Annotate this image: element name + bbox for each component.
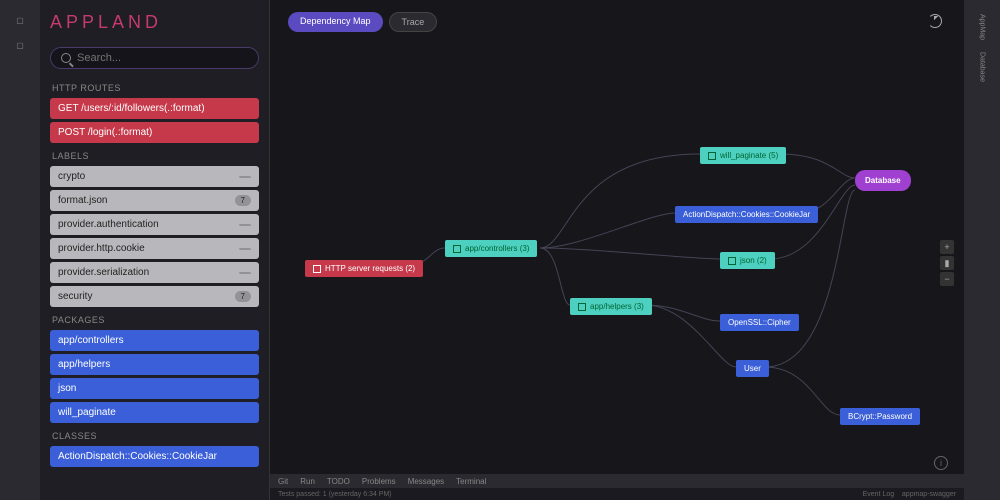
package-item[interactable]: will_paginate [50, 402, 259, 423]
section-header-classes: CLASSES [52, 431, 259, 441]
label-count: 7 [235, 195, 251, 206]
section-header-routes: HTTP ROUTES [52, 83, 259, 93]
left-tool-rail: ▢ ▢ [0, 0, 40, 500]
info-icon[interactable]: i [934, 456, 948, 470]
status-event-log[interactable]: Event Log [863, 491, 895, 498]
sidebar: APPLAND HTTP ROUTES GET /users/:id/follo… [40, 0, 270, 500]
dependency-canvas[interactable]: HTTP server requests (2) app/controllers … [270, 0, 964, 500]
graph-node-cookie[interactable]: ActionDispatch::Cookies::CookieJar [675, 206, 818, 223]
section-header-labels: LABELS [52, 151, 259, 161]
label-text: provider.authentication [58, 219, 159, 230]
label-count [239, 176, 251, 178]
node-label: ActionDispatch::Cookies::CookieJar [683, 210, 810, 219]
node-label: OpenSSL::Cipher [728, 318, 791, 327]
package-item[interactable]: app/helpers [50, 354, 259, 375]
graph-node-cipher[interactable]: OpenSSL::Cipher [720, 314, 799, 331]
graph-node-db[interactable]: Database [855, 170, 911, 191]
zoom-out-button[interactable]: − [940, 272, 954, 286]
label-count [239, 272, 251, 274]
route-item[interactable]: POST /login(.:format) [50, 122, 259, 143]
graph-node-http[interactable]: HTTP server requests (2) [305, 260, 423, 277]
toolbar-item[interactable]: Terminal [456, 477, 486, 486]
class-item[interactable]: ActionDispatch::Cookies::CookieJar [50, 446, 259, 467]
expand-icon [728, 257, 736, 265]
toolbar-item[interactable]: Run [300, 477, 315, 486]
route-label: GET /users/:id/followers(.:format) [58, 103, 205, 114]
app-logo: APPLAND [50, 12, 259, 33]
toolbar-item[interactable]: Problems [362, 477, 396, 486]
section-header-packages: PACKAGES [52, 315, 259, 325]
package-label: will_paginate [58, 407, 116, 418]
node-label: BCrypt::Password [848, 412, 912, 421]
node-label: HTTP server requests (2) [325, 264, 415, 273]
search-box[interactable] [50, 47, 259, 69]
expand-icon [453, 245, 461, 253]
label-count: 7 [235, 291, 251, 302]
node-label: User [744, 364, 761, 373]
class-label: ActionDispatch::Cookies::CookieJar [58, 451, 217, 462]
route-item[interactable]: GET /users/:id/followers(.:format) [50, 98, 259, 119]
label-text: format.json [58, 195, 107, 206]
node-label: app/helpers (3) [590, 302, 644, 311]
right-tool-rail: AppMap Database [964, 0, 1000, 500]
expand-icon [578, 303, 586, 311]
label-text: crypto [58, 171, 85, 182]
expand-icon [313, 265, 321, 273]
status-appmap[interactable]: appmap-swagger [902, 491, 956, 498]
status-bar: Tests passed: 1 (yesterday 6:34 PM) Even… [270, 488, 964, 500]
zoom-slider[interactable]: ▮ [940, 256, 954, 270]
package-label: app/helpers [58, 359, 110, 370]
label-count [239, 224, 251, 226]
label-text: provider.serialization [58, 267, 149, 278]
graph-node-user[interactable]: User [736, 360, 769, 377]
node-label: app/controllers (3) [465, 244, 529, 253]
label-item[interactable]: format.json 7 [50, 190, 259, 211]
search-icon [61, 53, 71, 63]
search-input[interactable] [77, 52, 248, 64]
label-item[interactable]: provider.authentication [50, 214, 259, 235]
package-item[interactable]: json [50, 378, 259, 399]
zoom-controls: + ▮ − [940, 240, 954, 286]
package-label: json [58, 383, 76, 394]
label-item[interactable]: provider.serialization [50, 262, 259, 283]
label-text: security [58, 291, 92, 302]
node-label: Database [865, 176, 901, 185]
toolbar-item[interactable]: TODO [327, 477, 350, 486]
expand-icon [708, 152, 716, 160]
graph-node-help[interactable]: app/helpers (3) [570, 298, 652, 315]
main-canvas-area: Dependency Map Trace HTTP server request… [270, 0, 964, 500]
zoom-in-button[interactable]: + [940, 240, 954, 254]
label-item[interactable]: crypto [50, 166, 259, 187]
graph-node-ctrl[interactable]: app/controllers (3) [445, 240, 537, 257]
label-text: provider.http.cookie [58, 243, 145, 254]
rail-item[interactable]: ▢ [16, 41, 25, 50]
label-count [239, 248, 251, 250]
label-item[interactable]: provider.http.cookie [50, 238, 259, 259]
route-label: POST /login(.:format) [58, 127, 152, 138]
toolbar-item[interactable]: Messages [408, 477, 444, 486]
package-item[interactable]: app/controllers [50, 330, 259, 351]
package-label: app/controllers [58, 335, 124, 346]
label-item[interactable]: security 7 [50, 286, 259, 307]
bottom-toolbar: Git Run TODO Problems Messages Terminal [270, 474, 964, 488]
rail-database[interactable]: Database [979, 52, 986, 82]
graph-node-will[interactable]: will_paginate (5) [700, 147, 786, 164]
status-left: Tests passed: 1 (yesterday 6:34 PM) [278, 491, 392, 498]
graph-node-bcrypt[interactable]: BCrypt::Password [840, 408, 920, 425]
node-label: json (2) [740, 256, 767, 265]
rail-item[interactable]: ▢ [16, 16, 25, 25]
toolbar-item[interactable]: Git [278, 477, 288, 486]
rail-appmap[interactable]: AppMap [979, 14, 986, 40]
graph-node-json[interactable]: json (2) [720, 252, 775, 269]
node-label: will_paginate (5) [720, 151, 778, 160]
